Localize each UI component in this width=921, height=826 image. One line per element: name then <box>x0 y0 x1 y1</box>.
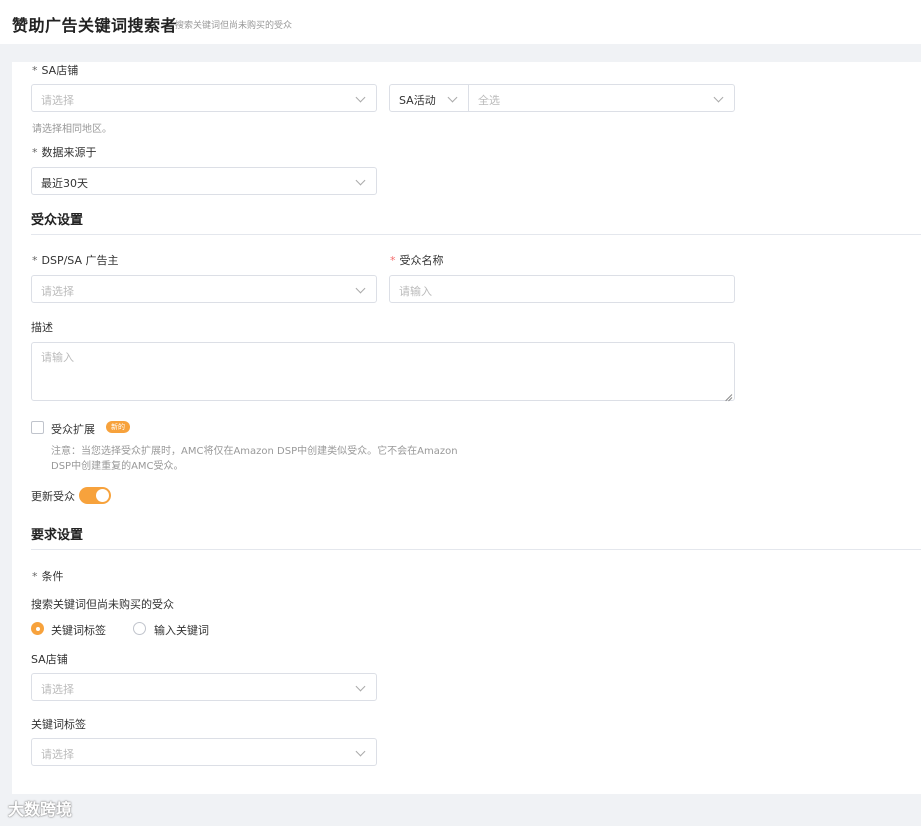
chevron-down-icon <box>355 283 366 294</box>
keyword-tag-select[interactable]: 请选择 <box>31 738 377 766</box>
req-sa-store-select[interactable]: 请选择 <box>31 673 377 701</box>
form-card: * SA店铺 请选择 SA活动 全选 请选择相同地区。 * 数据来源于 最近30天 … <box>12 62 921 794</box>
audience-expand-note-1: 注意：当您选择受众扩展时，AMC将仅在Amazon DSP中创建类似受众。它不会… <box>51 446 458 457</box>
description-textarea[interactable]: 请输入 <box>31 342 735 401</box>
req-sa-store-label: SA店铺 <box>31 653 68 666</box>
chevron-down-icon <box>355 681 366 692</box>
audience-name-label: * 受众名称 <box>390 254 444 267</box>
keyword-tag-label: 关键词标签 <box>31 718 86 731</box>
condition-description: 搜索关键词但尚未购买的受众 <box>31 598 174 611</box>
resize-handle-icon[interactable] <box>724 390 732 398</box>
requirement-settings-title: 要求设置 <box>31 528 84 543</box>
chevron-down-icon <box>355 175 366 186</box>
section-divider <box>31 549 921 550</box>
section-divider <box>31 234 921 235</box>
advertiser-label: * DSP/SA 广告主 <box>32 254 119 267</box>
audience-expand-label[interactable]: 受众扩展 <box>51 421 95 437</box>
radio-keyword-tag-label[interactable]: 关键词标签 <box>51 622 106 638</box>
sa-store-select[interactable]: 请选择 <box>31 84 377 112</box>
watermark-logo: 大数跨境 <box>8 800 73 819</box>
refresh-audience-label: 更新受众 <box>31 490 75 503</box>
sa-store-label: * SA店铺 <box>32 64 79 77</box>
audience-expand-note-2: DSP中创建重复的AMC受众。 <box>51 461 184 472</box>
radio-input-keyword-label[interactable]: 输入关键词 <box>154 622 209 638</box>
data-source-select[interactable]: 最近30天 <box>31 167 377 195</box>
chevron-down-icon <box>355 92 366 103</box>
description-label: 描述 <box>31 321 53 334</box>
chevron-down-icon <box>713 92 724 103</box>
audience-expand-checkbox[interactable] <box>31 421 44 434</box>
sa-activity-type-select[interactable]: SA活动 <box>389 84 469 112</box>
chevron-down-icon <box>447 92 458 103</box>
sa-store-hint: 请选择相同地区。 <box>32 124 112 135</box>
sa-activity-select[interactable]: 全选 <box>468 84 735 112</box>
radio-input-keyword[interactable] <box>133 622 146 635</box>
advertiser-select[interactable]: 请选择 <box>31 275 377 303</box>
new-badge: 新的 <box>106 421 130 433</box>
audience-settings-title: 受众设置 <box>31 213 84 228</box>
refresh-audience-toggle[interactable] <box>79 487 111 504</box>
toggle-knob <box>96 489 109 502</box>
page-title: 赞助广告关键词搜索者 <box>12 16 178 35</box>
page-header: 赞助广告关键词搜索者 搜索关键词但尚未购买的受众 <box>0 0 921 44</box>
audience-name-input[interactable]: 请输入 <box>389 275 735 303</box>
page-subtitle: 搜索关键词但尚未购买的受众 <box>175 21 293 31</box>
radio-keyword-tag[interactable] <box>31 622 44 635</box>
chevron-down-icon <box>355 746 366 757</box>
condition-label: * 条件 <box>32 570 64 583</box>
data-source-label: * 数据来源于 <box>32 146 97 159</box>
